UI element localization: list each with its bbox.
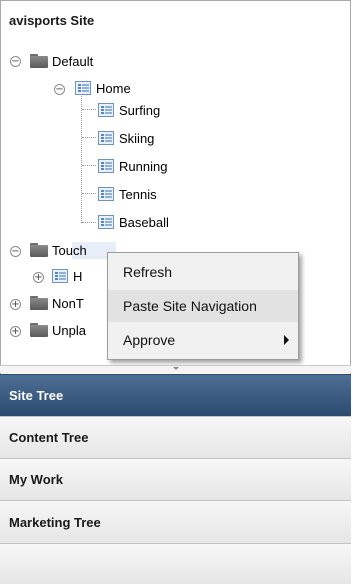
expand-toggle-icon[interactable]: +: [33, 272, 44, 283]
tree-node-touch-home[interactable]: H: [52, 267, 82, 285]
collapse-arrow-icon[interactable]: [173, 367, 179, 370]
tree-node-nontouch[interactable]: NonT: [30, 294, 84, 312]
context-menu: Refresh Paste Site Navigation Approve: [107, 252, 299, 360]
page-icon: [98, 187, 114, 201]
panel-label: Marketing Tree: [9, 514, 101, 530]
tree-node-label: Skiing: [119, 130, 155, 146]
tree-node-home[interactable]: Home: [75, 79, 131, 97]
tree-connector: [82, 193, 96, 194]
page-icon: [75, 81, 91, 95]
panel-my-work[interactable]: My Work: [0, 458, 351, 500]
tree-node-child[interactable]: Baseball: [98, 213, 169, 231]
tree-node-label: Touch: [52, 242, 87, 258]
tree-node-label: H: [73, 268, 83, 284]
tree-node-default[interactable]: Default: [30, 52, 93, 70]
panel-site-tree[interactable]: Site Tree: [0, 374, 351, 416]
tree-node-child[interactable]: Skiing: [98, 129, 154, 147]
tree-node-label: Tennis: [119, 186, 157, 202]
menu-item-refresh[interactable]: Refresh: [108, 256, 298, 288]
page-icon: [98, 103, 114, 117]
page-icon: [52, 269, 68, 283]
panel-footer: [0, 543, 351, 584]
folder-icon: [30, 54, 48, 68]
navigator-panel: avisports Site − Default − Home Surfing …: [0, 0, 353, 584]
tree-node-label: Baseball: [119, 214, 169, 230]
expand-toggle-icon[interactable]: +: [10, 299, 21, 310]
panel-label: My Work: [9, 472, 63, 487]
tree-node-child[interactable]: Tennis: [98, 185, 157, 203]
collapse-toggle-icon[interactable]: −: [10, 246, 21, 257]
tree-node-label: Home: [96, 80, 131, 96]
menu-item-label: Approve: [123, 332, 176, 348]
menu-item-paste-site-navigation[interactable]: Paste Site Navigation: [108, 290, 298, 322]
menu-item-approve[interactable]: Approve: [108, 324, 298, 356]
menu-item-label: Refresh: [123, 264, 173, 280]
folder-icon: [30, 243, 48, 257]
tree-node-touch[interactable]: Touch: [30, 241, 87, 259]
site-title: avisports Site: [9, 13, 95, 28]
collapse-toggle-icon[interactable]: −: [10, 56, 21, 67]
collapse-toggle-icon[interactable]: −: [54, 84, 65, 95]
tree-node-child[interactable]: Running: [98, 157, 167, 175]
panel-label: Content Tree: [9, 430, 89, 445]
expand-toggle-icon[interactable]: +: [10, 326, 21, 337]
tree-node-label: Surfing: [119, 102, 161, 118]
page-icon: [98, 159, 114, 173]
tree-connector: [82, 165, 96, 166]
folder-icon: [30, 323, 48, 337]
tree-connector: [82, 109, 96, 110]
tree-connector: [82, 222, 96, 223]
page-icon: [98, 215, 114, 229]
menu-item-label: Paste Site Navigation: [123, 298, 257, 314]
panel-content-tree[interactable]: Content Tree: [0, 416, 351, 458]
panel-splitter[interactable]: [0, 365, 351, 373]
panel-label: Site Tree: [9, 388, 64, 403]
page-icon: [98, 131, 114, 145]
folder-icon: [30, 296, 48, 310]
tree-node-label: Running: [119, 158, 168, 174]
tree-node-unplaced[interactable]: Unpla: [30, 321, 86, 339]
tree-connector: [81, 93, 82, 223]
tree-node-label: Unpla: [52, 322, 86, 338]
tree-node-child[interactable]: Surfing: [98, 101, 160, 119]
site-tree-area: avisports Site − Default − Home Surfing …: [0, 0, 351, 365]
tree-connector: [82, 137, 96, 138]
tree-node-label: NonT: [52, 295, 84, 311]
submenu-arrow-icon: [284, 335, 289, 345]
panel-marketing-tree[interactable]: Marketing Tree: [0, 500, 351, 543]
tree-node-label: Default: [52, 53, 94, 69]
